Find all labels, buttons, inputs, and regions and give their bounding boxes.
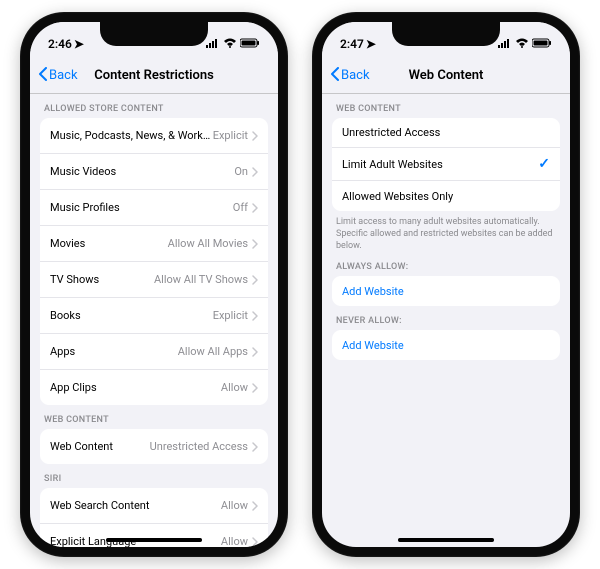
status-time: 2:46 [48, 37, 72, 51]
row-label: Web Content [50, 440, 150, 453]
row-value: Allow All TV Shows [154, 273, 248, 286]
wifi-icon [515, 37, 529, 51]
signal-icon [498, 37, 512, 51]
screen-right: 2:47 ➤ Back Web [322, 22, 570, 547]
row-web-search[interactable]: Web Search Content Allow [40, 488, 268, 524]
row-value: Allow [221, 535, 248, 547]
row-label: App Clips [50, 381, 221, 394]
row-value: Allow [221, 499, 248, 512]
chevron-right-icon [252, 126, 258, 145]
cell-group-never: Add Website [332, 330, 560, 360]
nav-bar: Back Web Content [322, 58, 570, 94]
location-icon: ➤ [74, 37, 84, 51]
cell-group-store: Music, Podcasts, News, & Workouts Explic… [40, 118, 268, 405]
row-music-profiles[interactable]: Music Profiles Off [40, 190, 268, 226]
chevron-left-icon [330, 67, 339, 85]
row-label: TV Shows [50, 273, 154, 286]
chevron-right-icon [252, 234, 258, 253]
chevron-left-icon [38, 67, 47, 85]
row-music-videos[interactable]: Music Videos On [40, 154, 268, 190]
phone-frame-left: 2:46 ➤ Back Cont [20, 12, 288, 557]
page-title: Web Content [409, 68, 484, 83]
row-value: Allow All Movies [168, 237, 248, 250]
phone-frame-right: 2:47 ➤ Back Web [312, 12, 580, 557]
row-label: Music Profiles [50, 201, 233, 214]
row-label: Books [50, 309, 213, 322]
row-label: Add Website [342, 339, 404, 352]
chevron-right-icon [252, 162, 258, 181]
battery-icon [532, 37, 552, 51]
row-value: Off [233, 201, 248, 214]
notch [100, 22, 208, 46]
cell-group-web: Unrestricted Access Limit Adult Websites… [332, 118, 560, 211]
row-limit-adult[interactable]: Limit Adult Websites ✓ [332, 148, 560, 181]
section-header-web: WEB CONTENT [30, 405, 278, 429]
signal-icon [206, 37, 220, 51]
cell-group-web: Web Content Unrestricted Access [40, 429, 268, 464]
row-explicit-language[interactable]: Explicit Language Allow [40, 524, 268, 547]
home-indicator[interactable] [106, 538, 202, 542]
battery-icon [240, 37, 260, 51]
row-app-clips[interactable]: App Clips Allow [40, 370, 268, 405]
section-header-web: WEB CONTENT [322, 94, 570, 118]
check-icon: ✓ [538, 156, 550, 172]
row-value: On [234, 165, 248, 178]
content-right[interactable]: WEB CONTENT Unrestricted Access Limit Ad… [322, 94, 570, 547]
page-title: Content Restrictions [94, 68, 214, 83]
section-header-siri: SIRI [30, 464, 278, 488]
row-label: Add Website [342, 285, 404, 298]
row-unrestricted[interactable]: Unrestricted Access [332, 118, 560, 148]
section-header-always: ALWAYS ALLOW: [322, 252, 570, 276]
wifi-icon [223, 37, 237, 51]
row-label: Music, Podcasts, News, & Workouts [50, 129, 213, 142]
section-header-store: ALLOWED STORE CONTENT [30, 94, 278, 118]
row-value: Allow [221, 381, 248, 394]
row-music-podcasts[interactable]: Music, Podcasts, News, & Workouts Explic… [40, 118, 268, 154]
row-web-content[interactable]: Web Content Unrestricted Access [40, 429, 268, 464]
back-button[interactable]: Back [38, 67, 78, 85]
chevron-right-icon [252, 437, 258, 456]
location-icon: ➤ [366, 37, 376, 51]
chevron-right-icon [252, 198, 258, 217]
back-button[interactable]: Back [330, 67, 370, 85]
section-header-never: NEVER ALLOW: [322, 306, 570, 330]
notch [392, 22, 500, 46]
chevron-right-icon [252, 306, 258, 325]
back-label: Back [341, 68, 370, 83]
row-allowed-only[interactable]: Allowed Websites Only [332, 181, 560, 211]
home-indicator[interactable] [398, 538, 494, 542]
back-label: Back [49, 68, 78, 83]
row-value: Allow All Apps [178, 345, 248, 358]
status-time: 2:47 [340, 37, 364, 51]
chevron-right-icon [252, 342, 258, 361]
row-label: Allowed Websites Only [342, 190, 550, 203]
cell-group-always: Add Website [332, 276, 560, 306]
chevron-right-icon [252, 496, 258, 515]
row-add-website-allow[interactable]: Add Website [332, 276, 560, 306]
chevron-right-icon [252, 270, 258, 289]
row-value: Unrestricted Access [150, 440, 248, 453]
row-label: Unrestricted Access [342, 126, 550, 139]
row-value: Explicit [213, 129, 248, 142]
row-label: Limit Adult Websites [342, 158, 538, 171]
row-label: Web Search Content [50, 499, 221, 512]
row-apps[interactable]: Apps Allow All Apps [40, 334, 268, 370]
row-label: Apps [50, 345, 178, 358]
row-value: Explicit [213, 309, 248, 322]
nav-bar: Back Content Restrictions [30, 58, 278, 94]
row-label: Music Videos [50, 165, 234, 178]
row-add-website-never[interactable]: Add Website [332, 330, 560, 360]
row-label: Movies [50, 237, 168, 250]
content-left[interactable]: ALLOWED STORE CONTENT Music, Podcasts, N… [30, 94, 278, 547]
section-footer-web: Limit access to many adult websites auto… [322, 211, 570, 252]
row-books[interactable]: Books Explicit [40, 298, 268, 334]
chevron-right-icon [252, 532, 258, 547]
chevron-right-icon [252, 378, 258, 397]
row-movies[interactable]: Movies Allow All Movies [40, 226, 268, 262]
screen-left: 2:46 ➤ Back Cont [30, 22, 278, 547]
row-tv-shows[interactable]: TV Shows Allow All TV Shows [40, 262, 268, 298]
